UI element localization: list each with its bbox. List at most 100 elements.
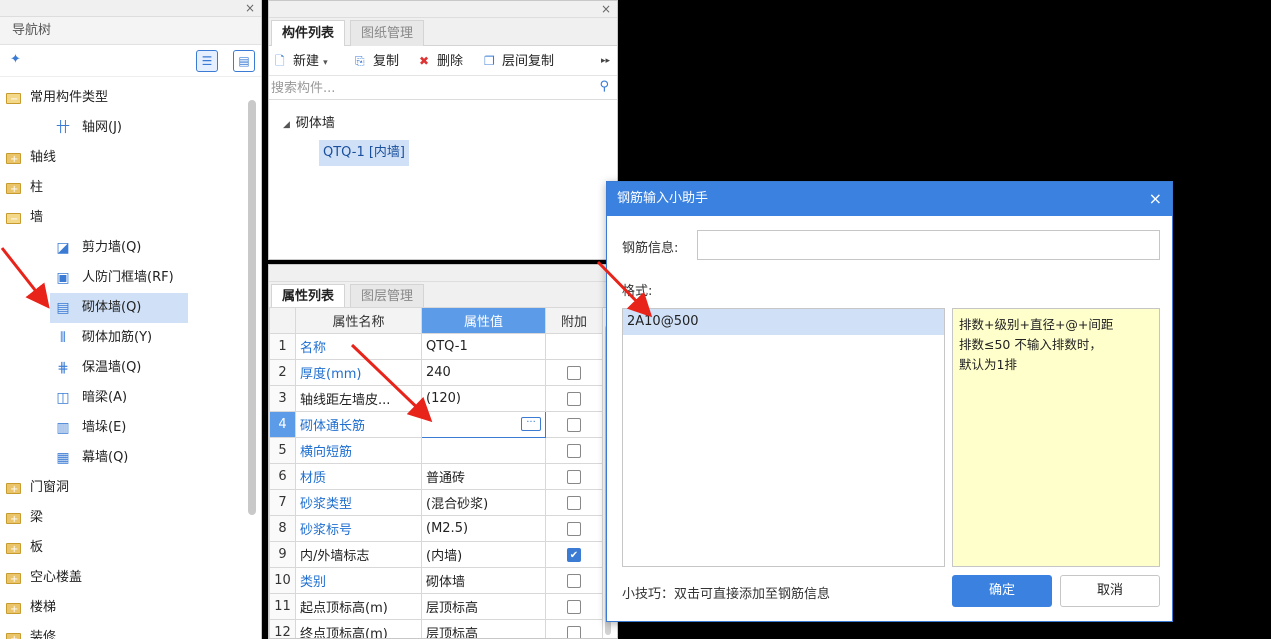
tab-layer-management[interactable]: 图层管理	[350, 284, 425, 308]
property-row[interactable]: 11 起点顶标高(m) 层顶标高	[269, 593, 603, 620]
new-dropdown-icon[interactable]: ▾	[323, 58, 328, 68]
property-row[interactable]: 3 轴线距左墙皮... (120)	[269, 385, 603, 412]
property-value[interactable]: 普通砖	[421, 463, 546, 490]
property-row[interactable]: 12 终点顶标高(m) 层顶标高	[269, 619, 603, 638]
extra-checkbox[interactable]	[567, 365, 581, 380]
nav-close-icon[interactable]: ×	[245, 0, 255, 16]
nav-tree-row[interactable]: ⫴ 砌体加筋(Y)	[0, 323, 248, 353]
nav-tree-row[interactable]: 墙	[0, 203, 248, 235]
property-value[interactable]: ···	[421, 411, 546, 438]
property-row[interactable]: 1 名称 QTQ-1	[269, 333, 603, 360]
property-row[interactable]: 7 砂浆类型 (混合砂浆)	[269, 489, 603, 516]
tab-drawing-management[interactable]: 图纸管理	[350, 20, 425, 46]
nav-tree-row[interactable]: 楼梯	[0, 593, 248, 625]
folder-icon[interactable]	[6, 475, 21, 505]
detail-view-button[interactable]: ▤	[233, 50, 255, 72]
property-value[interactable]: (120)	[421, 385, 546, 412]
extra-checkbox[interactable]	[567, 495, 581, 510]
comp-close-icon[interactable]: ×	[601, 1, 611, 17]
toolbar-overflow-button[interactable]: ▸▸	[601, 52, 610, 70]
format-item[interactable]: 2A10@500	[623, 309, 944, 335]
nav-tree-row[interactable]: 卄轴网(J)	[0, 113, 248, 143]
expand-all-icon[interactable]: ✦	[10, 52, 21, 67]
extra-checkbox[interactable]: ✔	[567, 547, 581, 562]
extra-checkbox[interactable]	[567, 521, 581, 536]
prop-index-header	[269, 307, 296, 334]
prop-extra-header: 附加	[545, 307, 603, 334]
nav-tree-row[interactable]: ⋕ 保温墙(Q)	[0, 353, 248, 383]
new-icon: 🗋	[275, 54, 285, 68]
folder-icon[interactable]	[6, 505, 21, 535]
tab-property-list[interactable]: 属性列表	[271, 284, 346, 308]
folder-icon[interactable]	[6, 565, 21, 595]
list-view-button[interactable]: ☰	[196, 50, 218, 72]
nav-tree-row[interactable]: 梁	[0, 503, 248, 535]
format-list[interactable]: 2A10@500	[622, 308, 945, 567]
delete-button[interactable]: ✖ 删除	[419, 52, 463, 70]
property-value[interactable]: (内墙)	[421, 541, 546, 568]
nav-tree-row[interactable]: 板	[0, 533, 248, 565]
ellipsis-button[interactable]: ···	[521, 417, 541, 431]
property-row[interactable]: 2 厚度(mm) 240	[269, 359, 603, 386]
property-value[interactable]: QTQ-1	[421, 333, 546, 360]
nav-tree-row[interactable]: ▣ 人防门框墙(RF)	[0, 263, 248, 293]
folder-icon[interactable]	[6, 145, 21, 175]
folder-icon[interactable]	[6, 205, 21, 235]
property-row[interactable]: 8 砂浆标号 (M2.5)	[269, 515, 603, 542]
nav-tree-row[interactable]: ◫ 暗梁(A)	[0, 383, 248, 413]
extra-checkbox[interactable]	[567, 443, 581, 458]
nav-scrollbar[interactable]	[248, 100, 256, 515]
extra-checkbox[interactable]	[567, 625, 581, 638]
property-value-text: 240	[426, 365, 451, 380]
extra-checkbox[interactable]	[567, 573, 581, 588]
property-value[interactable]: 层顶标高	[421, 619, 546, 638]
floor-copy-button[interactable]: ❐ 层间复制	[484, 52, 554, 70]
component-item-qtq1[interactable]: QTQ-1 [内墙]	[319, 140, 410, 166]
nav-tree-row[interactable]: 门窗洞	[0, 473, 248, 505]
folder-icon[interactable]	[6, 595, 21, 625]
folder-icon[interactable]	[6, 175, 21, 205]
component-search-input[interactable]	[271, 78, 589, 98]
nav-tree-row[interactable]: ▤ 砌体墙(Q)	[50, 293, 188, 323]
nav-tree-row[interactable]: 轴线	[0, 143, 248, 175]
dialog-close-icon[interactable]: ×	[1149, 182, 1162, 216]
nav-tree-row[interactable]: ◪ 剪力墙(Q)	[0, 233, 248, 263]
property-name: 内/外墙标志	[295, 541, 422, 568]
nav-tree-row[interactable]: ▦ 幕墙(Q)	[0, 443, 248, 473]
folder-icon[interactable]	[6, 625, 21, 639]
extra-checkbox[interactable]	[567, 599, 581, 614]
ok-button[interactable]: 确定	[952, 575, 1052, 607]
property-value[interactable]: 240	[421, 359, 546, 386]
extra-checkbox[interactable]	[567, 417, 581, 432]
rebar-info-input[interactable]	[697, 230, 1160, 260]
property-row[interactable]: 5 横向短筋	[269, 437, 603, 464]
copy-button[interactable]: ⎘ 复制	[355, 52, 399, 70]
property-value[interactable]: 砌体墙	[421, 567, 546, 594]
nav-tree-row[interactable]: 柱	[0, 173, 248, 205]
property-row[interactable]: 6 材质 普通砖	[269, 463, 603, 490]
folder-icon[interactable]	[6, 535, 21, 565]
nav-tree-row[interactable]: ▥ 墙垛(E)	[0, 413, 248, 443]
nav-tree-row[interactable]: 空心楼盖	[0, 563, 248, 595]
property-value[interactable]: (M2.5)	[421, 515, 546, 542]
collapse-triangle-icon[interactable]: ◢	[283, 120, 290, 130]
property-row[interactable]: 4 砌体通长筋 ···	[269, 411, 603, 438]
property-extra	[545, 359, 603, 386]
property-value[interactable]: 层顶标高	[421, 593, 546, 620]
component-tree: ◢ 砌体墙 QTQ-1 [内墙]	[269, 100, 617, 250]
nav-tree-row[interactable]: 装修	[0, 623, 248, 639]
extra-checkbox[interactable]	[567, 469, 581, 484]
nav-tree-row[interactable]: 常用构件类型	[0, 83, 248, 115]
new-button[interactable]: 🗋 新建 ▾	[275, 52, 328, 70]
tab-component-list[interactable]: 构件列表	[271, 20, 346, 46]
search-icon[interactable]: ⚲	[599, 79, 609, 94]
property-value[interactable]	[421, 437, 546, 464]
property-value[interactable]: (混合砂浆)	[421, 489, 546, 516]
property-row[interactable]: 9 内/外墙标志 (内墙) ✔	[269, 541, 603, 568]
cancel-button[interactable]: 取消	[1060, 575, 1160, 607]
property-row[interactable]: 10 类别 砌体墙	[269, 567, 603, 594]
component-group[interactable]: ◢ 砌体墙	[283, 112, 335, 131]
folder-icon[interactable]	[6, 85, 21, 115]
extra-checkbox[interactable]	[567, 391, 581, 406]
prop-value-header[interactable]: 属性值	[421, 307, 546, 334]
